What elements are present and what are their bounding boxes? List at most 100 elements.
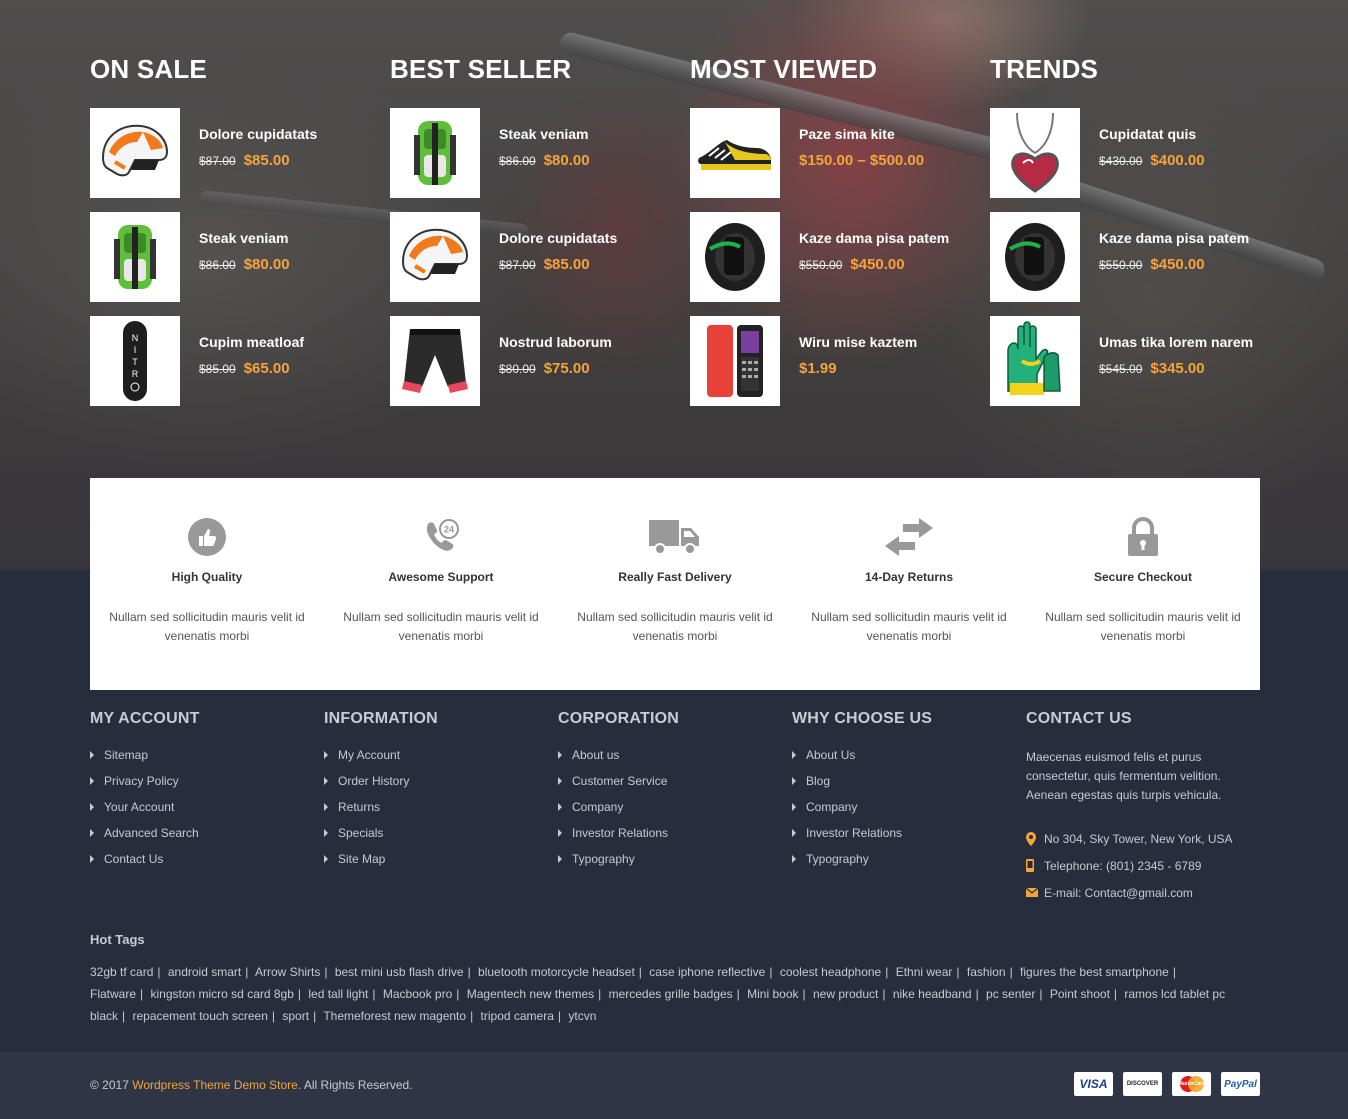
footer-link[interactable]: Blog [792,773,1022,799]
backpack-image[interactable] [90,212,180,302]
product-name[interactable]: Steak veniam [499,126,589,142]
footer-link[interactable]: Your Account [90,799,320,825]
hot-tag[interactable]: Ethni wear [896,965,953,979]
hot-tag[interactable]: Themeforest new magento [323,1009,466,1023]
watch-image[interactable] [990,212,1080,302]
footer-link[interactable]: Advanced Search [90,825,320,851]
hot-tag[interactable]: ytcvn [568,1009,596,1023]
hot-tag[interactable]: tripod camera [481,1009,554,1023]
footer-link[interactable]: About us [558,747,788,773]
footer-link-label[interactable]: Typography [572,851,635,867]
product-name[interactable]: Steak veniam [199,230,289,246]
footer-link[interactable]: Sitemap [90,747,320,773]
footer-link[interactable]: My Account [324,747,554,773]
product-item[interactable]: Wiru mise kaztem $1.99 [690,316,980,406]
footer-link[interactable]: Returns [324,799,554,825]
footer-link-label[interactable]: Specials [338,825,383,841]
product-name[interactable]: Kaze dama pisa patem [1099,230,1249,246]
product-item[interactable]: Nostrud laborum $80.00 $75.00 [390,316,680,406]
contact-email-text[interactable]: E-mail: Contact@gmail.com [1044,886,1193,900]
hot-tag[interactable]: repacement touch screen [132,1009,267,1023]
footer-link-label[interactable]: Company [806,799,857,815]
shoe-image[interactable] [690,108,780,198]
hot-tag[interactable]: Point shoot [1050,987,1110,1001]
hot-tag[interactable]: kingston micro sd card 8gb [150,987,293,1001]
hot-tag[interactable]: sport [282,1009,309,1023]
footer-link[interactable]: Contact Us [90,851,320,877]
phone-image[interactable] [690,316,780,406]
product-name[interactable]: Cupim meatloaf [199,334,304,350]
necklace-image[interactable] [990,108,1080,198]
product-name[interactable]: Wiru mise kaztem [799,334,917,350]
product-item[interactable]: Dolore cupidatats $87.00 $85.00 [90,108,380,198]
footer-link[interactable]: Typography [792,851,1022,877]
hot-tag[interactable]: android smart [168,965,241,979]
hot-tag[interactable]: best mini usb flash drive [335,965,464,979]
helmet-image[interactable] [90,108,180,198]
footer-link[interactable]: About Us [792,747,1022,773]
product-name[interactable]: Dolore cupidatats [199,126,317,142]
footer-link-label[interactable]: Company [572,799,623,815]
product-name[interactable]: Umas tika lorem narem [1099,334,1253,350]
hot-tag[interactable]: coolest headphone [780,965,881,979]
backpack-image[interactable] [390,108,480,198]
product-item[interactable]: Umas tika lorem narem $545.00 $345.00 [990,316,1280,406]
footer-link[interactable]: Company [792,799,1022,825]
hot-tag[interactable]: mercedes grille badges [609,987,733,1001]
product-item[interactable]: Kaze dama pisa patem $550.00 $450.00 [990,212,1280,302]
footer-link[interactable]: Privacy Policy [90,773,320,799]
footer-link[interactable]: Order History [324,773,554,799]
hot-tag[interactable]: new product [813,987,878,1001]
hot-tag[interactable]: Arrow Shirts [255,965,320,979]
footer-link-label[interactable]: Advanced Search [104,825,199,841]
footer-link[interactable]: Investor Relations [792,825,1022,851]
footer-link[interactable]: Company [558,799,788,825]
footer-link-label[interactable]: Contact Us [104,851,163,867]
hot-tag[interactable]: Macbook pro [383,987,452,1001]
hot-tag[interactable]: nike headband [893,987,972,1001]
hot-tag[interactable]: Flatware [90,987,136,1001]
hot-tag[interactable]: Magentech new themes [467,987,594,1001]
product-name[interactable]: Cupidatat quis [1099,126,1196,142]
shorts-image[interactable] [390,316,480,406]
hot-tag[interactable]: figures the best smartphone [1020,965,1169,979]
hot-tag[interactable]: bluetooth motorcycle headset [478,965,635,979]
product-item[interactable]: Paze sima kite $150.00 – $500.00 [690,108,980,198]
snowboard-image[interactable]: NITR [90,316,180,406]
hot-tag[interactable]: 32gb tf card [90,965,153,979]
footer-link[interactable]: Customer Service [558,773,788,799]
product-item[interactable]: Kaze dama pisa patem $550.00 $450.00 [690,212,980,302]
product-name[interactable]: Nostrud laborum [499,334,612,350]
footer-link[interactable]: Site Map [324,851,554,877]
footer-link-label[interactable]: Returns [338,799,380,815]
footer-link-label[interactable]: About us [572,747,619,763]
footer-link-label[interactable]: Blog [806,773,830,789]
product-name[interactable]: Dolore cupidatats [499,230,617,246]
product-item[interactable]: Dolore cupidatats $87.00 $85.00 [390,212,680,302]
footer-link-label[interactable]: Customer Service [572,773,667,789]
product-name[interactable]: Paze sima kite [799,126,895,142]
product-name[interactable]: Kaze dama pisa patem [799,230,949,246]
product-item[interactable]: Steak veniam $86.00 $80.00 [90,212,380,302]
footer-link-label[interactable]: Investor Relations [806,825,902,841]
footer-link[interactable]: Typography [558,851,788,877]
footer-link[interactable]: Investor Relations [558,825,788,851]
footer-link-label[interactable]: Investor Relations [572,825,668,841]
footer-link-label[interactable]: Site Map [338,851,385,867]
hot-tag[interactable]: led tall light [308,987,368,1001]
footer-link-label[interactable]: Your Account [104,799,174,815]
hot-tag[interactable]: fashion [967,965,1006,979]
hot-tag[interactable]: Mini book [747,987,798,1001]
product-item[interactable]: N I T R Cupim meatloaf $85.00 $65.00 [90,316,380,406]
gloves-image[interactable] [990,316,1080,406]
footer-link-label[interactable]: About Us [806,747,855,763]
product-item[interactable]: Steak veniam $86.00 $80.00 [390,108,680,198]
footer-link[interactable]: Specials [324,825,554,851]
watch-image[interactable] [690,212,780,302]
helmet-image[interactable] [390,212,480,302]
footer-link-label[interactable]: Order History [338,773,409,789]
hot-tag[interactable]: pc senter [986,987,1035,1001]
footer-link-label[interactable]: Sitemap [104,747,148,763]
hot-tag[interactable]: case iphone reflective [649,965,765,979]
product-item[interactable]: Cupidatat quis $430.00 $400.00 [990,108,1280,198]
